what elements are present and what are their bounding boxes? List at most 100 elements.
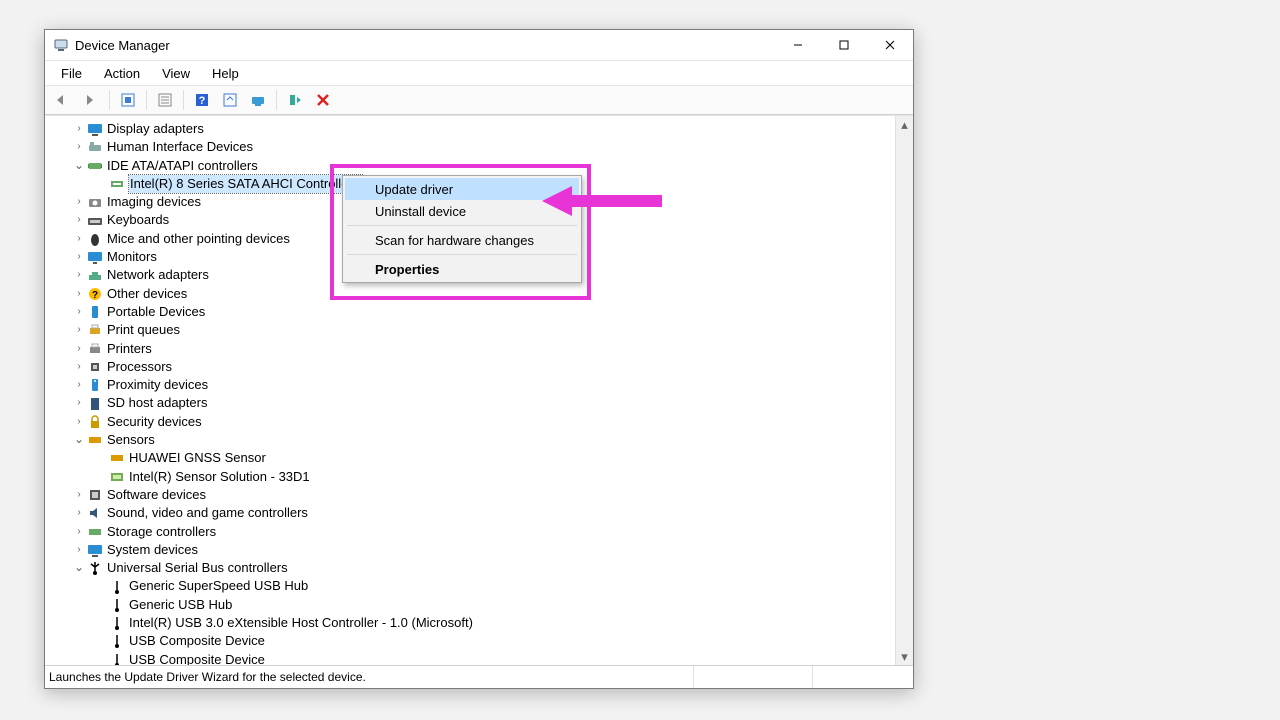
node-system[interactable]: System devices [45,541,895,559]
scan-button[interactable] [246,88,270,112]
camera-icon [87,194,103,210]
proximity-icon [87,377,103,393]
sdcard-icon [87,396,103,412]
cpu-icon [87,359,103,375]
sensor-icon [109,469,125,485]
mouse-icon [87,231,103,247]
node-processors[interactable]: Processors [45,358,895,376]
caret-icon[interactable] [73,486,85,504]
lock-icon [87,414,103,430]
caret-icon[interactable] [73,340,85,358]
node-usb-2[interactable]: Generic USB Hub [45,596,895,614]
caret-icon[interactable] [73,303,85,321]
node-other[interactable]: ? Other devices [45,285,895,303]
update-driver-button[interactable] [218,88,242,112]
node-storage[interactable]: Storage controllers [45,523,895,541]
node-sound[interactable]: Sound, video and game controllers [45,504,895,522]
node-usb-4[interactable]: USB Composite Device [45,632,895,650]
node-sensors[interactable]: Sensors [45,431,895,449]
computer-icon [87,542,103,558]
close-button[interactable] [867,30,913,60]
status-cell-2 [693,666,812,688]
node-printers[interactable]: Printers [45,340,895,358]
network-icon [87,268,103,284]
usb-icon [109,579,125,595]
caret-icon[interactable] [73,504,85,522]
node-display-adapters[interactable]: Display adapters [45,120,895,138]
menubar: File Action View Help [45,61,913,86]
sensor-icon [109,450,125,466]
help-button[interactable]: ? [190,88,214,112]
node-software[interactable]: Software devices [45,486,895,504]
node-usb-5[interactable]: USB Composite Device [45,651,895,665]
ctx-separator [347,225,577,226]
menu-action[interactable]: Action [98,64,146,83]
ctx-uninstall-device[interactable]: Uninstall device [345,200,579,222]
uninstall-button[interactable] [311,88,335,112]
caret-icon[interactable] [73,523,85,541]
node-sensor-huawei[interactable]: HUAWEI GNSS Sensor [45,449,895,467]
usb-icon [87,560,103,576]
caret-icon[interactable] [73,541,85,559]
caret-icon[interactable] [73,266,85,284]
properties-button[interactable] [153,88,177,112]
node-hid[interactable]: Human Interface Devices [45,138,895,156]
printer-icon [87,341,103,357]
caret-icon[interactable] [73,431,85,449]
other-icon: ? [87,286,103,302]
software-icon [87,487,103,503]
node-usb-3[interactable]: Intel(R) USB 3.0 eXtensible Host Control… [45,614,895,632]
back-button[interactable] [51,88,75,112]
menu-file[interactable]: File [55,64,88,83]
caret-icon[interactable] [73,211,85,229]
node-sensor-intel[interactable]: Intel(R) Sensor Solution - 33D1 [45,468,895,486]
node-sdhost[interactable]: SD host adapters [45,394,895,412]
hid-icon [87,139,103,155]
scroll-down-icon[interactable]: ▾ [896,648,913,665]
portable-icon [87,304,103,320]
maximize-button[interactable] [821,30,867,60]
status-text: Launches the Update Driver Wizard for th… [45,670,693,684]
forward-button[interactable] [79,88,103,112]
svg-text:?: ? [92,290,98,301]
caret-icon[interactable] [73,285,85,303]
usb-icon [109,633,125,649]
device-manager-window: Device Manager File Action View Help ? [44,29,914,689]
vertical-scrollbar[interactable]: ▴ ▾ [895,116,913,665]
caret-icon[interactable] [73,376,85,394]
menu-view[interactable]: View [156,64,196,83]
node-portable[interactable]: Portable Devices [45,303,895,321]
caret-icon[interactable] [73,358,85,376]
enable-button[interactable] [283,88,307,112]
storage-icon [87,524,103,540]
scroll-up-icon[interactable]: ▴ [896,116,913,133]
caret-icon[interactable] [73,413,85,431]
context-menu: Update driver Uninstall device Scan for … [342,175,582,283]
node-usb[interactable]: Universal Serial Bus controllers [45,559,895,577]
node-proximity[interactable]: Proximity devices [45,376,895,394]
caret-icon[interactable] [73,193,85,211]
caret-icon[interactable] [73,230,85,248]
caret-icon[interactable] [73,120,85,138]
caret-icon[interactable] [73,157,85,175]
node-printq[interactable]: Print queues [45,321,895,339]
caret-icon[interactable] [73,559,85,577]
node-ide[interactable]: IDE ATA/ATAPI controllers [45,157,895,175]
node-usb-1[interactable]: Generic SuperSpeed USB Hub [45,577,895,595]
caret-icon[interactable] [73,321,85,339]
caret-icon[interactable] [73,248,85,266]
show-hidden-button[interactable] [116,88,140,112]
ctx-properties[interactable]: Properties [345,258,579,280]
menu-help[interactable]: Help [206,64,245,83]
ctx-update-driver[interactable]: Update driver [345,178,579,200]
sensor-icon [87,432,103,448]
controller-icon [109,176,125,192]
status-cell-3 [812,666,913,688]
caret-icon[interactable] [73,138,85,156]
caret-icon[interactable] [73,394,85,412]
minimize-button[interactable] [775,30,821,60]
svg-text:?: ? [199,95,206,107]
node-security[interactable]: Security devices [45,413,895,431]
ctx-scan-hardware[interactable]: Scan for hardware changes [345,229,579,251]
usb-icon [109,615,125,631]
